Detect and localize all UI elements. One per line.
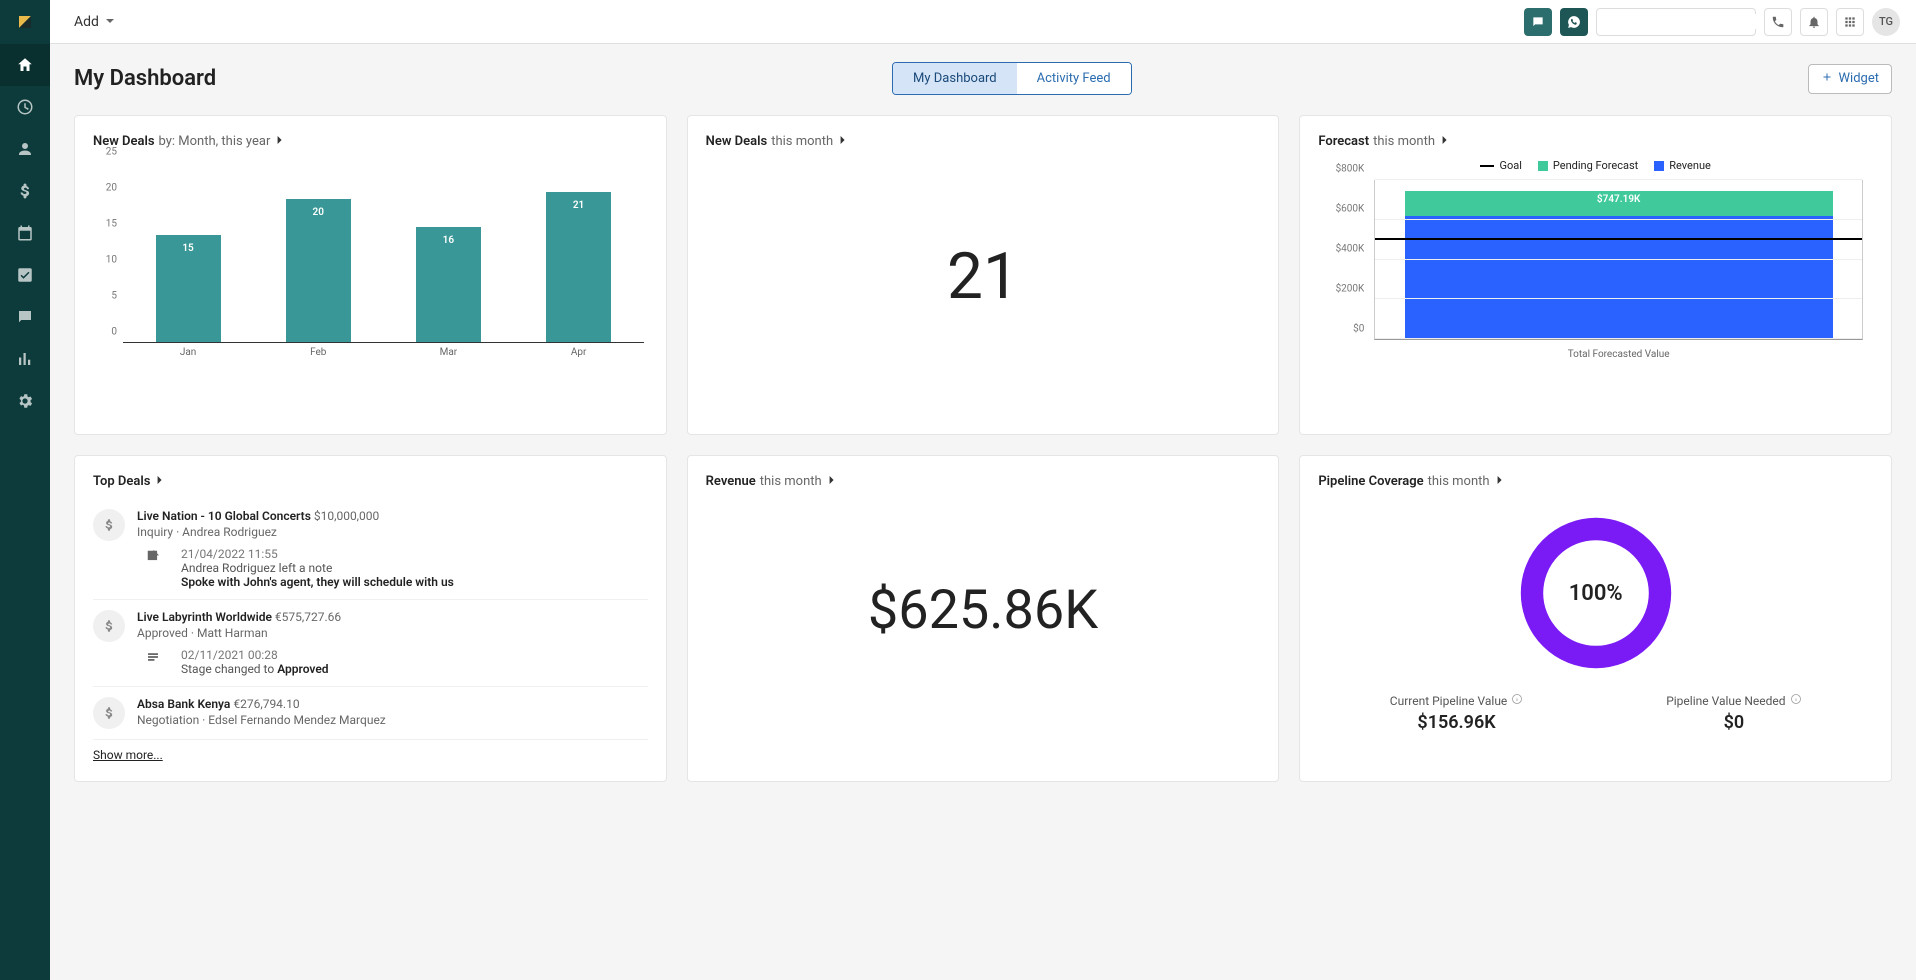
add-menu-button[interactable]: Add [66,10,123,34]
sidebar [0,0,50,980]
view-tabs: My Dashboard Activity Feed [892,62,1132,95]
chevron-right-icon [839,134,847,149]
pipeline-needed-label: Pipeline Value Needed [1666,694,1785,708]
current-pipeline-label: Current Pipeline Value [1390,694,1508,708]
forecast-legend: Goal Pending Forecast Revenue [1318,159,1873,172]
new-deals-number: 21 [706,239,1261,314]
phone-button[interactable] [1764,8,1792,36]
widget-label: Widget [1839,71,1879,86]
chevron-right-icon [1441,134,1449,149]
page-title: My Dashboard [74,66,216,91]
tab-activity-feed[interactable]: Activity Feed [1017,63,1131,94]
show-more-link[interactable]: Show more... [93,748,163,762]
nav-people[interactable] [0,128,50,170]
card-top-deals: Top Deals Live Nation - 10 Global Concer… [74,455,667,782]
pipeline-needed-value: $0 [1666,712,1801,733]
card-pipeline-coverage: Pipeline Coverage this month 100% Curren… [1299,455,1892,782]
card-title[interactable]: Revenue this month [706,474,1261,489]
nav-activity[interactable] [0,86,50,128]
search-box[interactable] [1596,8,1756,36]
card-title[interactable]: Top Deals [93,474,648,489]
card-new-deals-count: New Deals this month 21 [687,115,1280,435]
pipeline-donut: 100% [1516,513,1676,673]
revenue-value: $625.86K [706,579,1261,642]
nav-deals[interactable] [0,170,50,212]
chevron-right-icon [156,474,164,489]
card-title[interactable]: New Deals by: Month, this year [93,134,648,149]
info-icon [1790,693,1802,708]
nav-settings[interactable] [0,380,50,422]
new-deals-bar-chart: 0510152025 15201621 JanFebMarApr [93,163,648,363]
add-widget-button[interactable]: Widget [1808,64,1892,94]
topbar: Add TG [50,0,1916,44]
nav-tasks[interactable] [0,254,50,296]
card-forecast: Forecast this month Goal Pending Forecas… [1299,115,1892,435]
app-logo [0,0,50,44]
current-pipeline-value: $156.96K [1390,712,1524,733]
dollar-icon [93,610,125,642]
tab-my-dashboard[interactable]: My Dashboard [893,63,1017,94]
nav-home[interactable] [0,44,50,86]
card-title[interactable]: Pipeline Coverage this month [1318,474,1873,489]
whatsapp-button[interactable] [1560,8,1588,36]
chevron-down-icon [105,14,115,30]
add-label: Add [74,14,99,30]
search-input[interactable] [1603,14,1779,29]
chevron-right-icon [1496,474,1504,489]
plus-icon [1821,71,1833,87]
dollar-icon [93,697,125,729]
forecast-xlabel: Total Forecasted Value [1374,349,1863,360]
card-title[interactable]: Forecast this month [1318,134,1873,149]
deal-item[interactable]: Live Nation - 10 Global Concerts $10,000… [93,499,648,600]
card-revenue: Revenue this month $625.86K [687,455,1280,782]
chevron-right-icon [276,134,284,149]
apps-button[interactable] [1836,8,1864,36]
donut-percent: 100% [1516,513,1676,673]
card-new-deals-chart: New Deals by: Month, this year 051015202… [74,115,667,435]
user-avatar[interactable]: TG [1872,8,1900,36]
messages-button[interactable] [1524,8,1552,36]
info-icon [1511,693,1523,708]
nav-calendar[interactable] [0,212,50,254]
forecast-chart: $0$200K$400K$600K$800K $747.19K Total Fo… [1318,180,1873,360]
deal-item[interactable]: Absa Bank Kenya €276,794.10Negotiation ·… [93,687,648,740]
notifications-button[interactable] [1800,8,1828,36]
nav-chat[interactable] [0,296,50,338]
card-title[interactable]: New Deals this month [706,134,1261,149]
deal-item[interactable]: Live Labyrinth Worldwide €575,727.66Appr… [93,600,648,687]
dollar-icon [93,509,125,541]
nav-reports[interactable] [0,338,50,380]
chevron-right-icon [828,474,836,489]
